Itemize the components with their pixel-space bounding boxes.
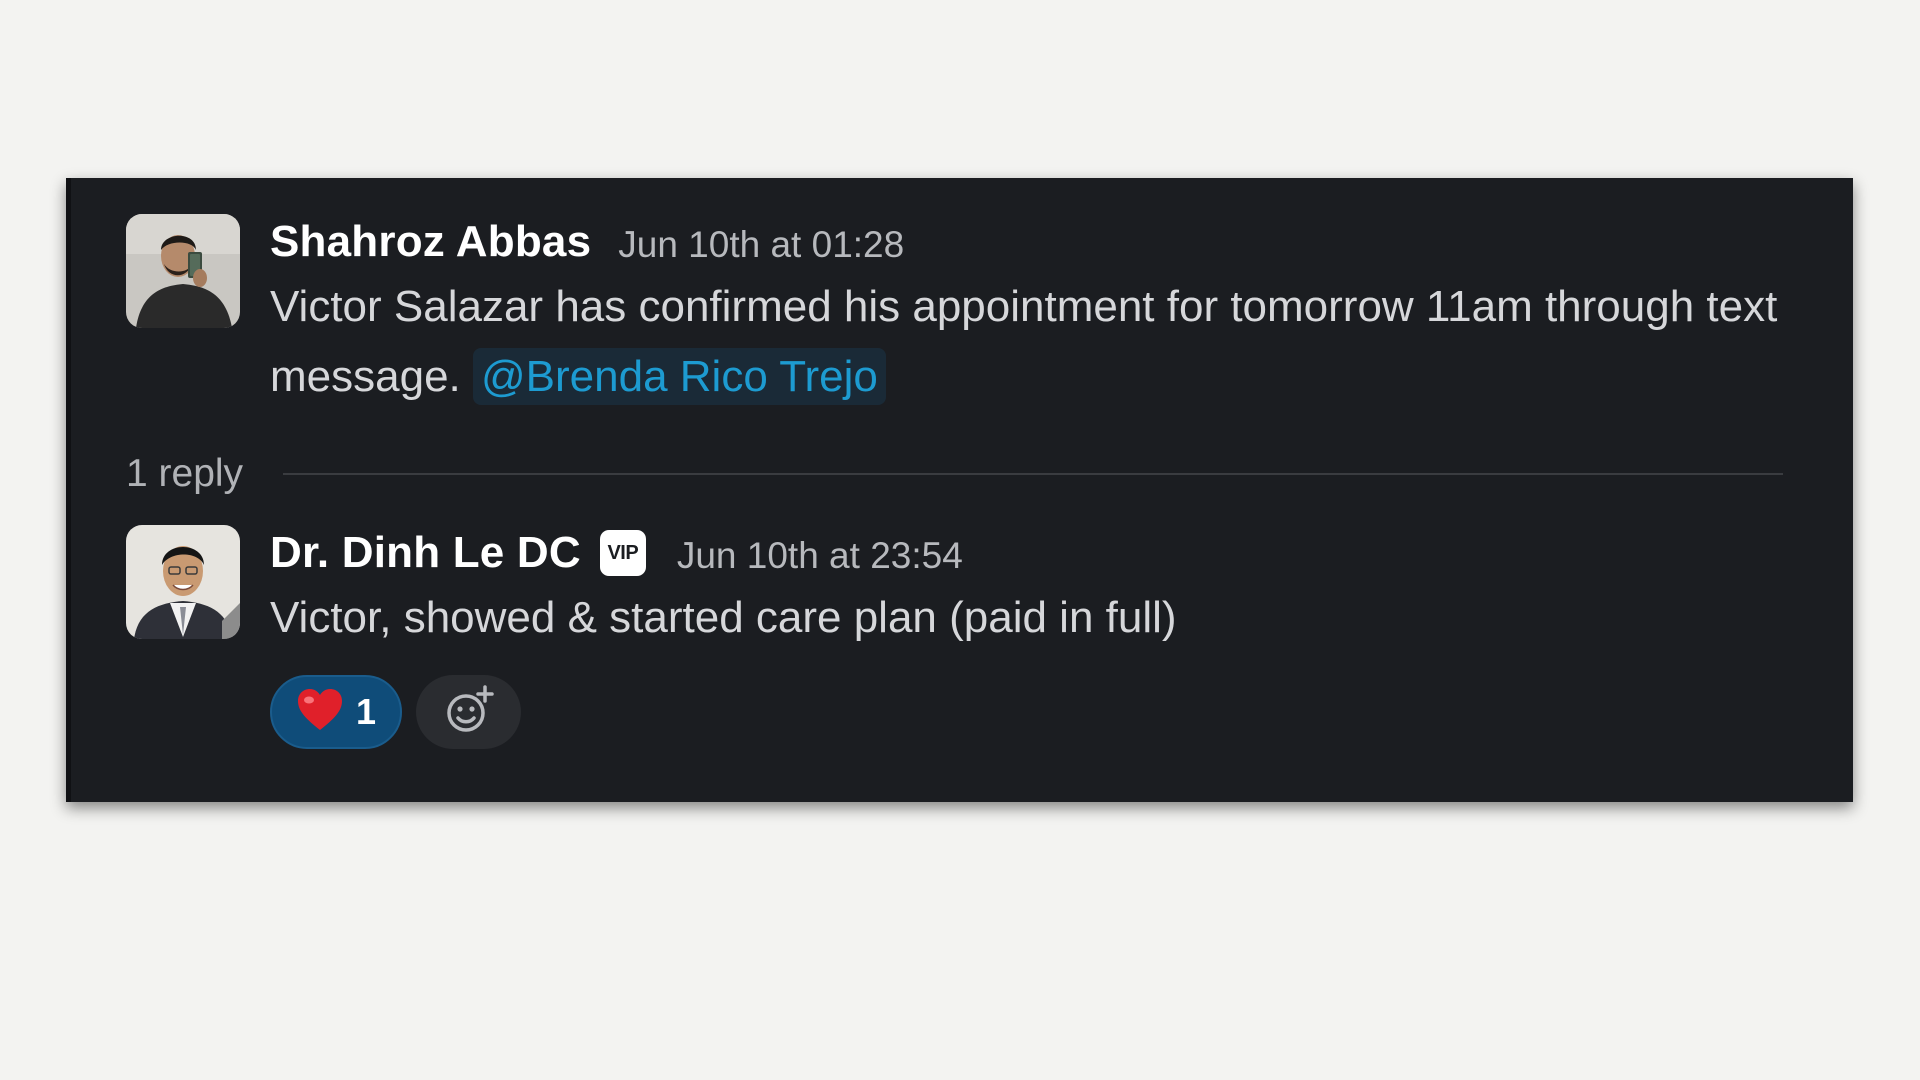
avatar-dinh-le[interactable] [126,525,240,639]
reply-count[interactable]: 1 reply [126,452,243,496]
reaction-count: 1 [355,691,377,732]
add-reaction-button[interactable] [416,675,521,749]
message-thread-card: Shahroz Abbas Jun 10th at 01:28 Victor S… [66,178,1853,802]
message-header: Shahroz Abbas Jun 10th at 01:28 [270,214,1806,270]
add-reaction-icon [442,683,496,742]
message-text: Victor Salazar has confirmed his appoint… [270,272,1806,412]
avatar-shahroz-abbas[interactable] [126,214,240,328]
author-name[interactable]: Shahroz Abbas [270,217,591,267]
message-timestamp[interactable]: Jun 10th at 23:54 [677,535,963,577]
reply-divider: 1 reply [126,446,1783,502]
vip-badge: VIP [599,530,646,576]
heart-icon [296,688,344,737]
message-header: Dr. Dinh Le DC VIP Jun 10th at 23:54 [270,525,1806,581]
message-timestamp[interactable]: Jun 10th at 01:28 [618,224,904,266]
user-mention[interactable]: @Brenda Rico Trejo [473,348,886,405]
author-name[interactable]: Dr. Dinh Le DC [270,528,581,578]
reactions-bar: 1 [270,675,1806,749]
divider-line [283,473,1783,475]
message-body: Victor, showed & started care plan (paid… [270,593,1177,642]
reaction-heart[interactable]: 1 [270,675,402,749]
